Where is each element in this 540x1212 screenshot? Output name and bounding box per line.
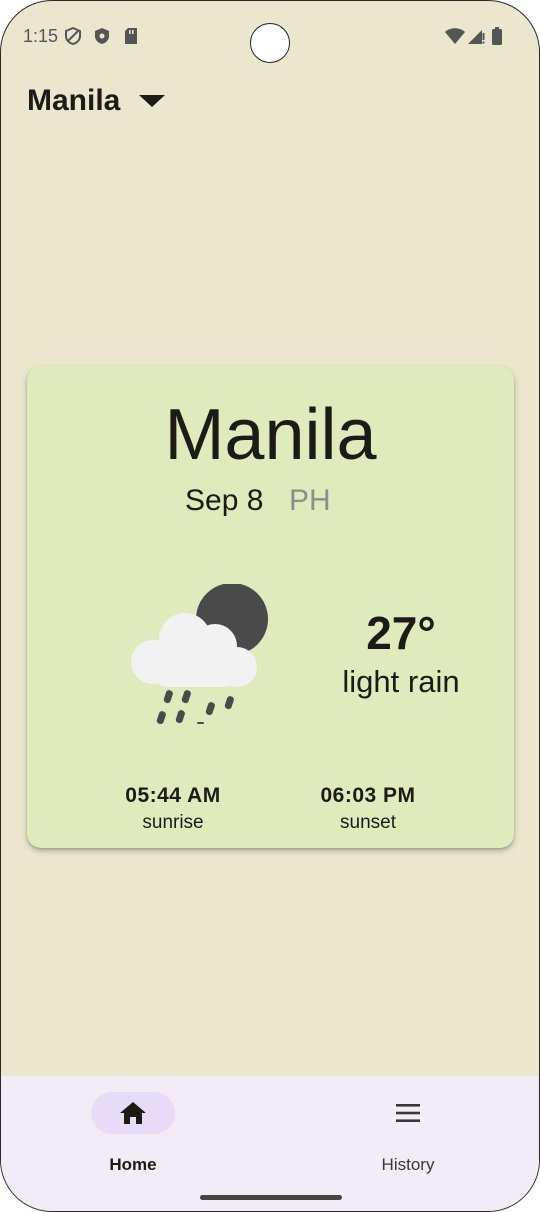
nav-label-home: Home (109, 1155, 157, 1174)
sunrise-time: 05:44 AM (125, 784, 221, 807)
wifi-icon (445, 28, 465, 44)
city-selector-label: Manila (27, 84, 121, 117)
nav-label-history: History (381, 1155, 435, 1174)
menu-icon (396, 1104, 420, 1122)
security-shield-icon (95, 28, 109, 44)
date-text: Sep 8 (185, 484, 264, 517)
sd-card-icon (125, 28, 137, 44)
status-bar: 1:15 (1, 1, 539, 71)
camera-cutout (250, 23, 290, 63)
gesture-bar[interactable] (200, 1195, 342, 1200)
weather-card: Manila Sep 8 PH 27° light rain 05:44 AM … (27, 366, 514, 848)
sunset-block: 06:03 PM sunset (288, 784, 448, 834)
battery-icon (492, 27, 502, 45)
card-city-name: Manila (164, 395, 377, 475)
shield-icon (65, 27, 81, 45)
phone-screen: 1:15 Manila Manila Sep 8 PH 27° light ra… (0, 0, 540, 1212)
cloud-rain-moon-icon (131, 584, 268, 724)
nav-item-history[interactable]: History (333, 1092, 483, 1174)
nav-item-home[interactable]: Home (58, 1092, 208, 1174)
signal-icon (468, 30, 485, 44)
sunrise-label: sunrise (142, 812, 204, 833)
country-code: PH (289, 484, 331, 517)
bottom-navigation: Home History (1, 1076, 539, 1211)
sunset-label: sunset (340, 812, 396, 833)
weather-description: light rain (342, 664, 460, 699)
city-selector[interactable]: Manila (27, 81, 166, 121)
home-icon (120, 1102, 146, 1124)
temperature: 27° (366, 607, 436, 659)
sunset-time: 06:03 PM (320, 784, 416, 807)
sunrise-block: 05:44 AM sunrise (93, 784, 253, 834)
status-time: 1:15 (23, 26, 59, 46)
dropdown-arrow-icon (139, 95, 166, 107)
